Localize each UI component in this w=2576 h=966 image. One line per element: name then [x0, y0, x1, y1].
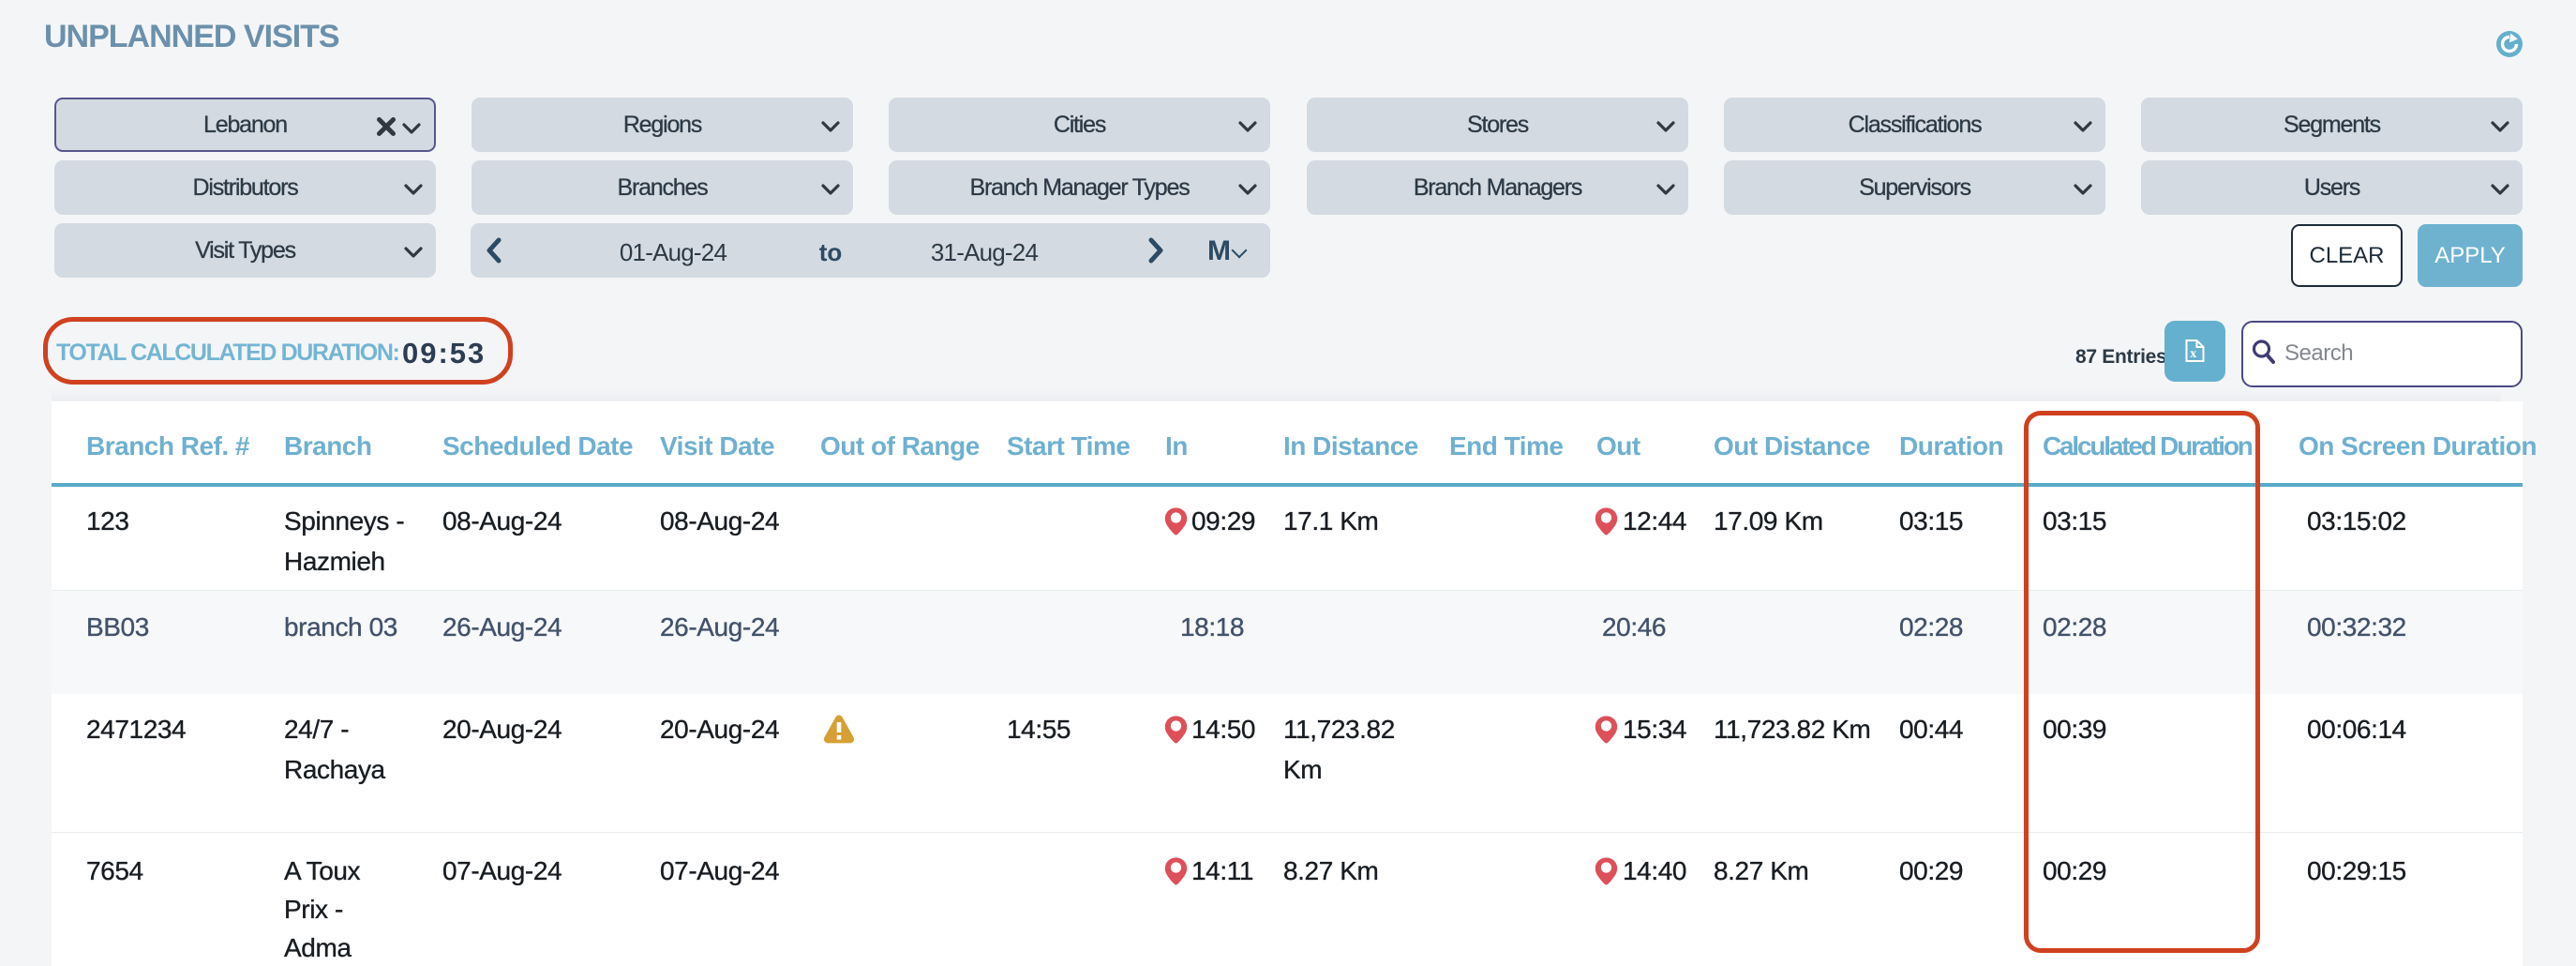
- svg-text:x: x: [2190, 347, 2196, 361]
